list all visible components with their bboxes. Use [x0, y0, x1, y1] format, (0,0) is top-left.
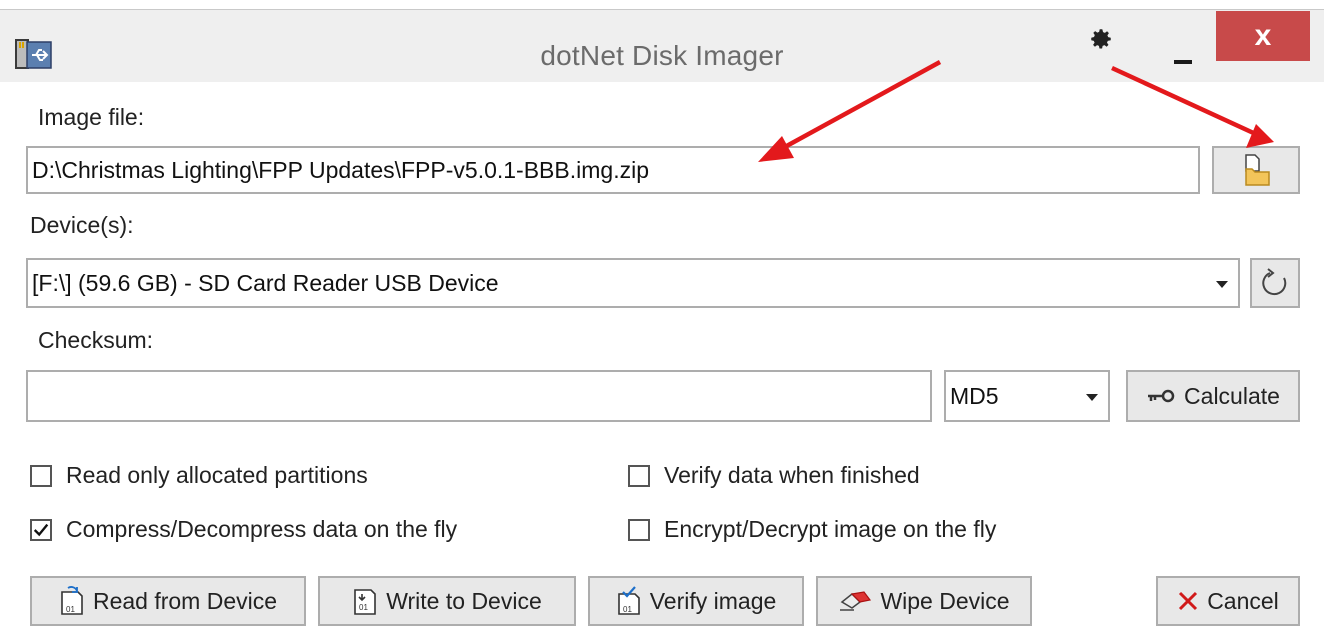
minimize-button[interactable]: [1172, 40, 1196, 70]
svg-text:01: 01: [623, 605, 632, 614]
calculate-button[interactable]: Calculate: [1126, 370, 1300, 422]
wipe-device-label: Wipe Device: [880, 587, 1010, 614]
verify-image-button[interactable]: 01 Verify image: [588, 576, 804, 626]
read-from-device-button[interactable]: 01 Read from Device: [30, 576, 306, 626]
app-window: dotNet Disk Imager x Image file: D:\Chri…: [0, 0, 1324, 637]
svg-text:01: 01: [359, 603, 368, 612]
read-only-allocated-option[interactable]: Read only allocated partitions: [30, 462, 368, 489]
eraser-icon: [840, 591, 872, 611]
write-disk-icon: 01: [354, 589, 377, 615]
open-folder-icon: [1245, 154, 1270, 186]
cancel-button[interactable]: Cancel: [1156, 576, 1300, 626]
read-only-allocated-checkbox[interactable]: [30, 464, 52, 487]
wipe-device-button[interactable]: Wipe Device: [816, 576, 1032, 626]
encrypt-on-fly-checkbox[interactable]: [628, 518, 650, 541]
read-only-allocated-label: Read only allocated partitions: [66, 462, 368, 488]
checksum-label: Checksum:: [38, 327, 154, 353]
calculate-label: Calculate: [1184, 382, 1280, 409]
browse-button[interactable]: [1212, 146, 1300, 194]
image-file-input[interactable]: D:\Christmas Lighting\FPP Updates\FPP-v5…: [26, 146, 1200, 194]
checksum-algorithm-select[interactable]: MD5: [944, 370, 1110, 422]
verify-disk-icon: 01: [617, 586, 640, 615]
checksum-algorithm-value: MD5: [950, 382, 999, 409]
refresh-button[interactable]: [1250, 258, 1300, 308]
write-to-device-label: Write to Device: [386, 587, 542, 614]
refresh-icon: [1262, 268, 1287, 296]
encrypt-on-fly-label: Encrypt/Decrypt image on the fly: [664, 516, 997, 542]
close-x-icon: [1179, 591, 1198, 611]
device-label: Device(s):: [30, 212, 134, 238]
compress-on-fly-checkbox[interactable]: [30, 518, 52, 541]
image-file-label: Image file:: [38, 104, 145, 130]
verify-when-finished-option[interactable]: Verify data when finished: [628, 462, 920, 489]
window-title: dotNet Disk Imager: [540, 40, 784, 71]
chevron-down-icon: [1216, 281, 1228, 288]
read-disk-icon: 01: [61, 586, 83, 615]
device-selected-value: [F:\] (59.6 GB) - SD Card Reader USB Dev…: [32, 269, 499, 296]
compress-on-fly-option[interactable]: Compress/Decompress data on the fly: [30, 516, 457, 543]
cancel-label: Cancel: [1207, 587, 1279, 614]
checkmark-icon: [33, 523, 49, 536]
verify-when-finished-label: Verify data when finished: [664, 462, 920, 488]
encrypt-on-fly-option[interactable]: Encrypt/Decrypt image on the fly: [628, 516, 996, 543]
compress-on-fly-label: Compress/Decompress data on the fly: [66, 516, 458, 542]
gear-icon[interactable]: [1088, 26, 1114, 52]
svg-text:01: 01: [66, 605, 75, 614]
close-button[interactable]: x: [1216, 11, 1310, 61]
device-dropdown[interactable]: [F:\] (59.6 GB) - SD Card Reader USB Dev…: [26, 258, 1240, 308]
read-from-device-label: Read from Device: [92, 587, 278, 614]
image-file-path: D:\Christmas Lighting\FPP Updates\FPP-v5…: [32, 156, 649, 183]
verify-image-label: Verify image: [649, 587, 777, 614]
write-to-device-button[interactable]: 01 Write to Device: [318, 576, 576, 626]
checksum-input[interactable]: [26, 370, 932, 422]
key-icon: [1148, 389, 1175, 403]
verify-when-finished-checkbox[interactable]: [628, 464, 650, 487]
chevron-down-icon: [1086, 394, 1098, 401]
